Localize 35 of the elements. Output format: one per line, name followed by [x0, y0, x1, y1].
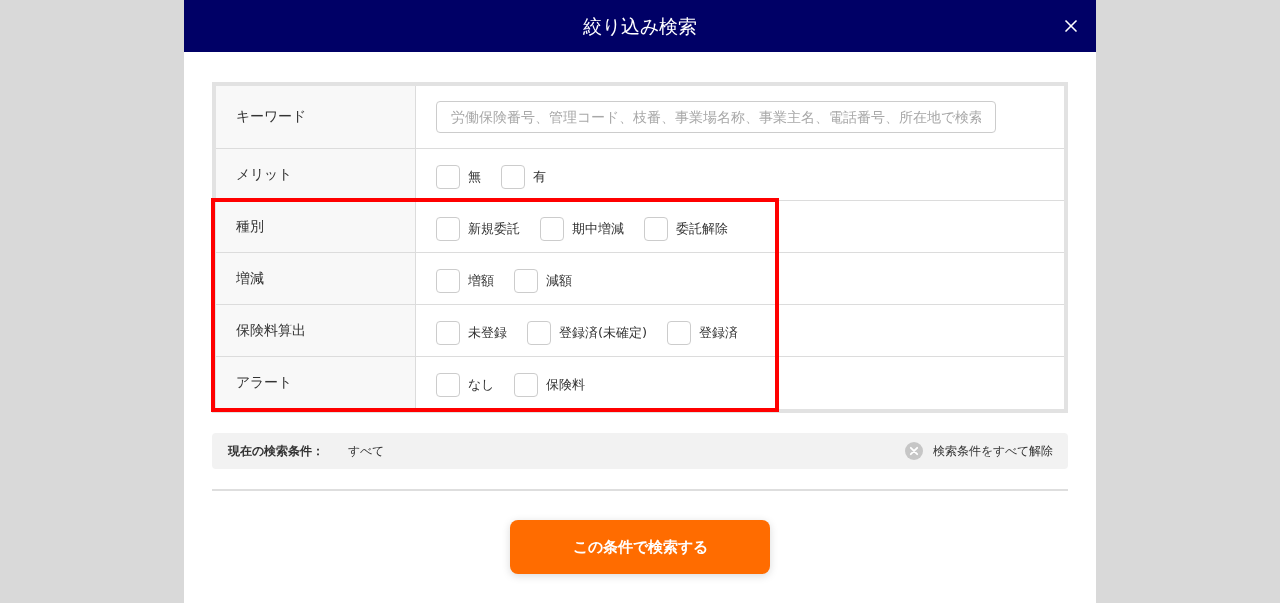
checkbox[interactable] — [436, 373, 460, 397]
checkbox[interactable] — [436, 268, 460, 293]
checkbox[interactable] — [501, 164, 525, 189]
row-label: 種別 — [216, 201, 416, 252]
checkbox[interactable] — [527, 320, 551, 345]
checkbox-label: なし — [468, 376, 494, 394]
checkbox[interactable] — [436, 216, 460, 241]
checkbox[interactable] — [436, 164, 460, 189]
checkbox-label: 増額 — [468, 271, 494, 290]
checkbox[interactable] — [644, 216, 668, 241]
checkbox-label: 保険料 — [546, 376, 585, 394]
clear-icon — [905, 442, 923, 460]
checkbox-label: 期中増減 — [572, 219, 624, 238]
row-label: アラート — [216, 357, 416, 409]
row-label: 保険料算出 — [216, 305, 416, 356]
checkbox-label: 委託解除 — [676, 219, 728, 238]
checkbox[interactable] — [514, 373, 538, 397]
checkbox-label: 有 — [533, 167, 546, 186]
checkbox-label: 登録済(未確定) — [559, 323, 648, 342]
dialog-title: 絞り込み検索 — [583, 14, 697, 38]
checkbox-label: 無 — [468, 167, 481, 186]
row-label: メリット — [216, 149, 416, 200]
clear-all-button[interactable]: 検索条件をすべて解除 — [905, 442, 1053, 460]
checkbox-label: 登録済 — [699, 323, 739, 342]
checkbox-label: 新規委託 — [468, 219, 520, 238]
row-label: キーワード — [216, 86, 416, 148]
checkbox[interactable] — [514, 268, 538, 293]
condition-value: すべて — [348, 442, 385, 460]
condition-label: 現在の検索条件： — [228, 442, 325, 460]
checkbox[interactable] — [667, 320, 692, 345]
checkbox-label: 減額 — [546, 271, 572, 290]
row-label: 増減 — [216, 253, 416, 304]
checkbox[interactable] — [540, 216, 564, 241]
checkbox[interactable] — [436, 320, 460, 345]
checkbox-label: 未登録 — [468, 323, 507, 342]
